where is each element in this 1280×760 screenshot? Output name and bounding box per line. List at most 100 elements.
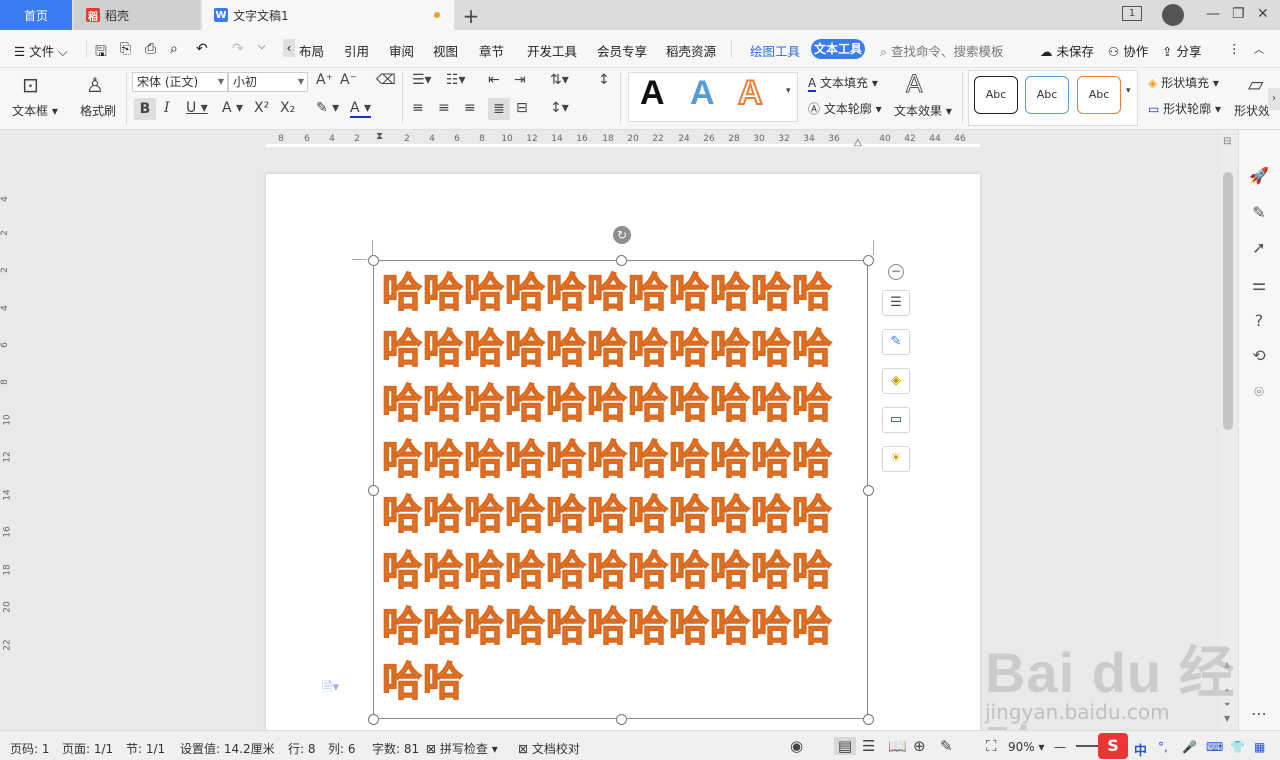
bold-button[interactable]: B [134,98,156,120]
menu-drawing-tools[interactable]: 绘图工具 [750,41,800,60]
font-color-button[interactable]: A ▾ [350,100,372,118]
shape-style-black[interactable]: Abc [974,76,1018,114]
redo-icon[interactable]: ↷ [232,41,244,57]
resize-handle-left[interactable] [368,485,379,496]
ime-keyboard-icon[interactable]: ⌨ [1206,740,1223,754]
smart-tips-bulb-icon[interactable]: ☀ [882,446,910,472]
unsaved-button[interactable]: ☁ 未保存 [1040,41,1094,60]
ime-voice-icon[interactable]: 🎤 [1182,740,1197,754]
resize-handle-top-right[interactable] [863,255,874,266]
avatar[interactable] [1162,4,1184,26]
align-left-icon[interactable]: ≡ [412,100,424,116]
shape-fill-button[interactable]: ◈ 形状填充 ▾ [1148,74,1219,91]
status-section[interactable]: 节: 1/1 [126,740,165,757]
align-center-icon[interactable]: ≡ [438,100,450,116]
menu-review[interactable]: 审阅 [389,41,414,60]
backup-icon[interactable]: ⟲ [1249,346,1269,365]
style-gallery-more-icon[interactable]: ▾ [786,86,791,96]
menu-view[interactable]: 视图 [433,41,458,60]
fit-page-icon[interactable]: ⛶ [986,737,997,755]
menu-daoke-resources[interactable]: 稻壳资源 [666,41,716,60]
doc-proofread-button[interactable]: ⊠ 文档校对 [518,740,580,757]
shape-style-blue[interactable]: Abc [1025,76,1069,114]
ime-toolbox-icon[interactable]: ▦ [1254,740,1265,754]
superscript-button[interactable]: X² [254,100,269,116]
textbox-button[interactable]: 文本框 ▾ [12,102,58,119]
tab-document[interactable]: W 文字文稿1 [202,0,454,30]
print-icon[interactable]: ⎙ [145,41,156,57]
rotate-handle-icon[interactable]: ↻ [613,226,631,244]
resize-handle-bottom[interactable] [616,714,627,725]
text-box-content[interactable]: 哈哈哈哈哈哈哈哈哈哈哈哈哈哈哈哈哈哈哈哈哈哈哈哈哈哈哈哈哈哈哈哈哈哈哈哈哈哈哈哈… [381,266,866,711]
text-style-orange-outline[interactable]: A [737,73,764,113]
window-count-button[interactable]: 1 [1122,6,1142,21]
ribbon-scroll-right-icon[interactable]: › [1268,88,1280,110]
underline-button[interactable]: U ▾ [186,100,208,116]
reading-view-icon[interactable]: 📖 [888,737,907,755]
chevron-left-icon[interactable]: ‹ [283,39,295,57]
menu-member[interactable]: 会员专享 [597,41,647,60]
text-style-blue[interactable]: A [690,74,715,113]
resize-handle-top[interactable] [616,255,627,266]
format-painter-button[interactable]: 格式刷 [80,102,116,119]
menu-text-tools[interactable]: 文本工具 [811,39,865,59]
status-setting-value[interactable]: 设置值: 14.2厘米 [180,740,275,757]
menu-layout[interactable]: 布局 [299,41,324,60]
increase-font-icon[interactable]: A⁺ [316,72,333,88]
search-command[interactable]: ⌕ 查找命令、搜索模板 [880,41,1004,60]
bullet-list-icon[interactable]: ☰▾ [412,72,432,88]
restore-icon[interactable]: ❐ [1232,6,1245,22]
menu-developer[interactable]: 开发工具 [527,41,577,60]
sort-icon[interactable]: ↕ [598,72,610,88]
shape-outline-button[interactable]: ▭ 形状轮廓 ▾ [1148,100,1221,117]
zoom-out-button[interactable]: — [1054,740,1066,754]
align-justify-icon[interactable]: ≣ [488,98,510,120]
paragraph-layout-icon[interactable]: 🗎▾ [322,678,339,700]
help-icon[interactable]: ? [1249,311,1269,330]
export-pdf-icon[interactable]: ⎘ [120,41,131,57]
collaborate-button[interactable]: ⚇ 协作 [1108,41,1148,60]
distributed-align-icon[interactable]: ⊟ [516,100,528,116]
eye-protection-icon[interactable]: ◉ [790,737,803,755]
align-right-icon[interactable]: ≡ [464,100,476,116]
numbered-list-icon[interactable]: ☷▾ [446,72,466,88]
save-icon[interactable]: 🖫 [95,41,107,65]
adjust-settings-icon[interactable]: ⚌ [1249,275,1269,294]
resize-handle-bottom-left[interactable] [368,714,379,725]
status-word-count[interactable]: 字数: 81 [372,740,419,757]
line-spacing-icon[interactable]: ↕▾ [550,100,569,116]
quick-access-dropdown-icon[interactable]: ⌵ [258,41,266,52]
shape-style-brush-icon[interactable]: ✎ [882,329,910,355]
shape-fill-float-icon[interactable]: ◈ [882,368,910,394]
print-preview-icon[interactable]: ⌕ [170,41,178,57]
status-page-number[interactable]: 页码: 1 [10,740,50,757]
tab-home[interactable]: 首页 [0,0,72,30]
share-button[interactable]: ⇪ 分享 [1162,41,1201,60]
italic-button[interactable]: I [164,100,170,116]
sogou-ime-icon[interactable]: S [1098,733,1128,759]
new-tab-button[interactable]: + [460,4,482,28]
rocket-icon[interactable]: 🚀 [1249,166,1269,185]
tab-daoke[interactable]: 稻 稻壳 [74,0,200,30]
text-direction-icon[interactable]: ⇅▾ [550,72,569,88]
close-icon[interactable]: ✕ [1257,6,1269,22]
ime-skin-icon[interactable]: 👕 [1230,740,1245,754]
status-pages[interactable]: 页面: 1/1 [62,740,113,757]
file-menu[interactable]: ☰ 文件 ⌵ [14,41,68,60]
resize-handle-top-left[interactable] [368,255,379,266]
write-mode-icon[interactable]: ✎ [940,737,953,755]
pen-icon[interactable]: ✎ [1249,203,1269,222]
layout-options-icon[interactable]: ☰ [882,290,910,316]
cursor-select-icon[interactable]: ➚ [1249,238,1269,257]
shape-outline-float-icon[interactable]: ▭ [882,407,910,433]
collapse-float-toolbar-icon[interactable]: − [888,264,904,280]
scroll-top-icon[interactable]: ⊟ [1223,136,1231,147]
text-fill-button[interactable]: A 文本填充 ▾ [808,74,878,92]
text-effect-button[interactable]: 文本效果 ▾ [894,102,952,119]
ime-punctuation-icon[interactable]: °, [1158,740,1168,754]
first-line-indent-marker-icon[interactable]: ⧗ [376,131,383,142]
clear-format-icon[interactable]: ⌫ [376,72,396,88]
minimize-icon[interactable]: — [1206,6,1220,22]
zoom-level-select[interactable]: 90% ▾ [1008,740,1045,754]
undo-icon[interactable]: ↶ [196,41,208,57]
